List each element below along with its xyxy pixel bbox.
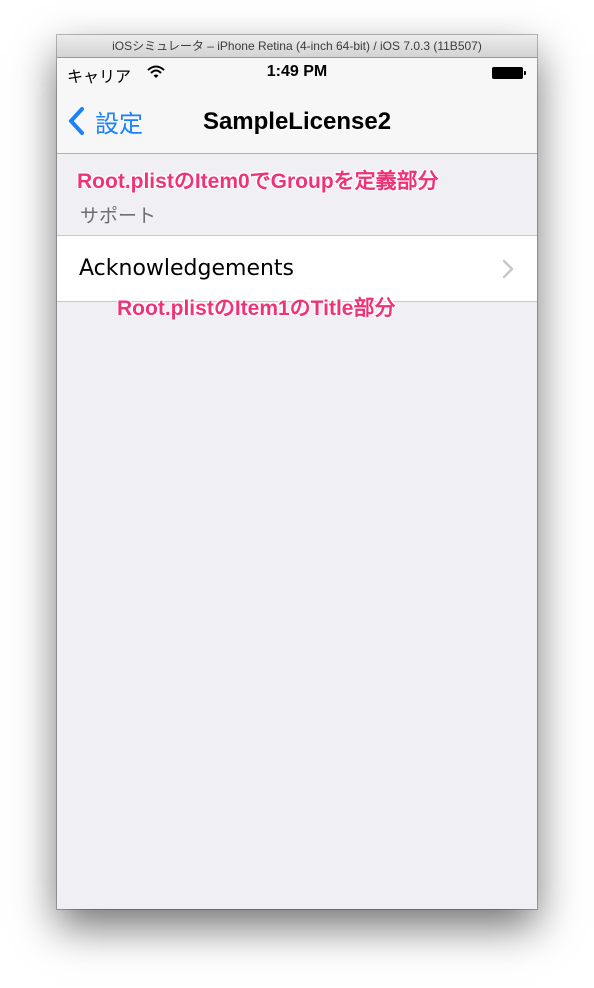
- status-bar: キャリア 1:49 PM: [57, 58, 537, 90]
- group-annotation: Root.plistのItem0でGroupを定義部分: [77, 170, 439, 193]
- navigation-bar: SampleLicense2 設定: [57, 90, 537, 154]
- chevron-left-icon: [69, 107, 84, 135]
- back-button-label: 設定: [95, 109, 143, 138]
- simulator-window: iOSシミュレータ – iPhone Retina (4-inch 64-bit…: [57, 35, 537, 909]
- back-button[interactable]: 設定: [67, 104, 143, 138]
- group-header: サポート: [80, 205, 157, 227]
- battery-icon: [492, 67, 526, 79]
- window-titlebar[interactable]: iOSシミュレータ – iPhone Retina (4-inch 64-bit…: [57, 35, 537, 58]
- status-time: 1:49 PM: [266, 63, 328, 80]
- chevron-right-icon: [502, 259, 514, 279]
- title-annotation: Root.plistのItem1のTitle部分: [117, 297, 396, 320]
- window-title: iOSシミュレータ – iPhone Retina (4-inch 64-bit…: [112, 39, 482, 53]
